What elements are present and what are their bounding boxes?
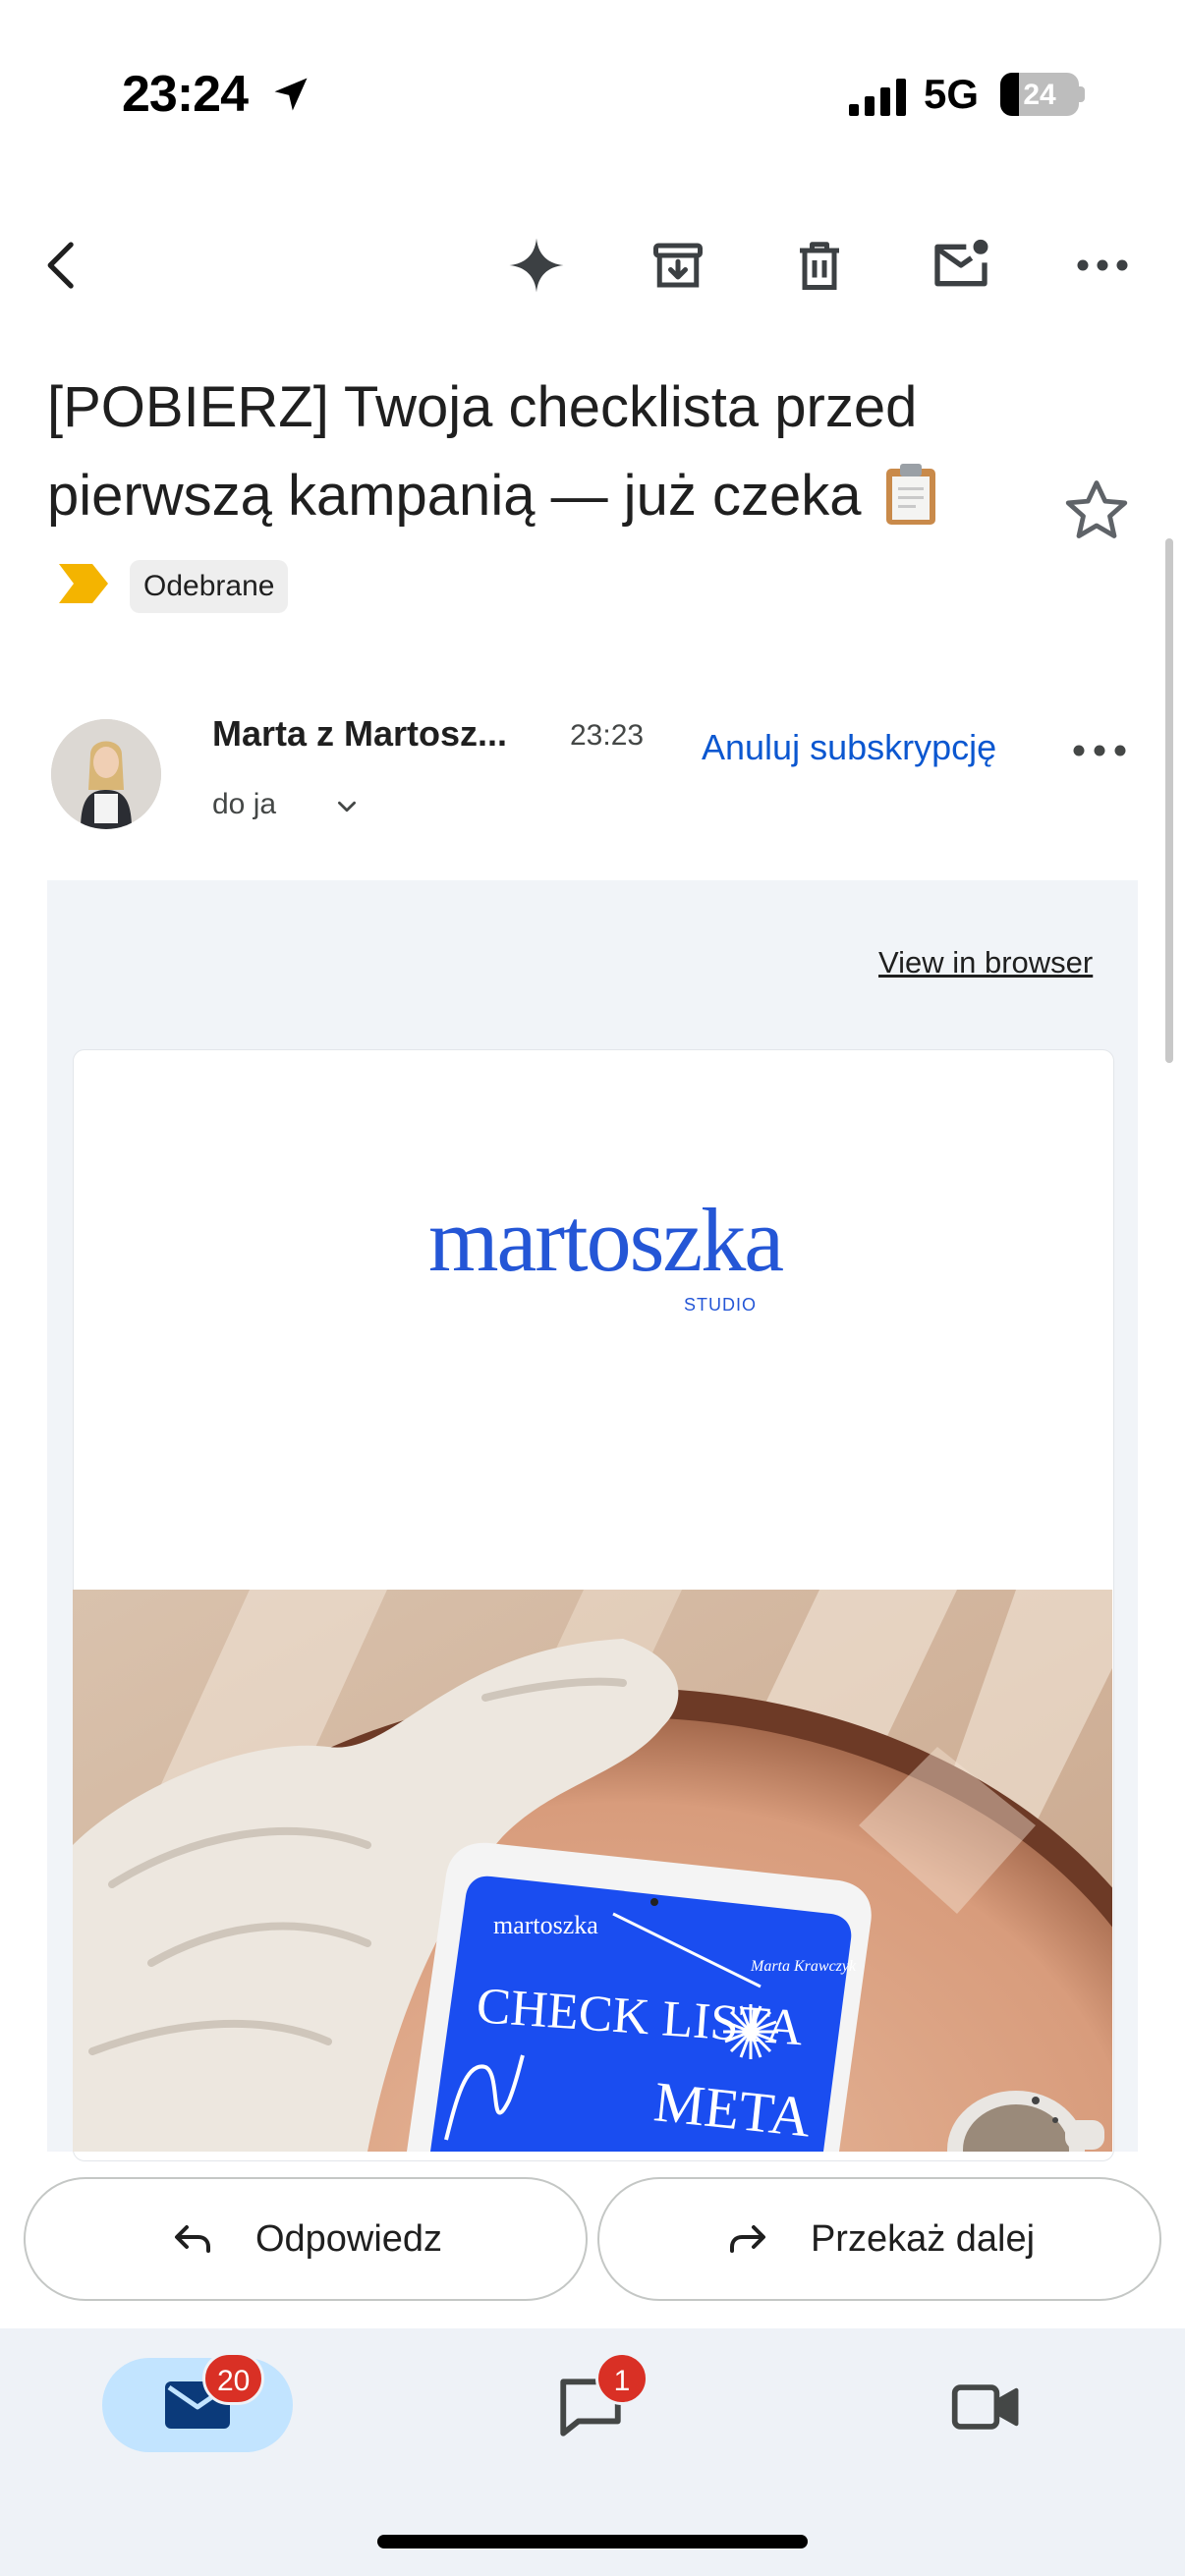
delete-button[interactable]: [784, 230, 855, 301]
clipboard-emoji-icon: [885, 463, 935, 525]
star-icon[interactable]: [1061, 476, 1132, 546]
email-subject: [POBIERZ] Twoja checklista przed pierwsz…: [47, 364, 1049, 540]
signal-icon: [849, 79, 906, 116]
importance-marker-icon: [59, 564, 108, 603]
forward-button[interactable]: Przekaż dalej: [597, 2177, 1161, 2301]
recipient-line[interactable]: do ja: [212, 788, 276, 821]
sender-name[interactable]: Marta z Martosz...: [212, 713, 507, 755]
hero-image[interactable]: martoszka Marta Krawczyk CHECK LISTA MET…: [73, 1590, 1112, 2152]
sender-avatar[interactable]: [51, 719, 161, 829]
unsubscribe-link[interactable]: Anuluj subskrypcję: [702, 727, 996, 768]
mark-unread-button[interactable]: [926, 230, 996, 301]
reply-label: Odpowiedz: [254, 2217, 443, 2260]
chevron-down-icon[interactable]: [334, 794, 360, 819]
battery-tip: [1079, 86, 1085, 102]
more-button[interactable]: [1067, 230, 1138, 301]
avatar-photo-icon: [51, 719, 161, 829]
view-in-browser-link[interactable]: View in browser: [878, 945, 1093, 980]
chat-badge: 1: [595, 2352, 649, 2405]
back-button[interactable]: [28, 230, 98, 301]
gemini-button[interactable]: [501, 230, 572, 301]
trash-icon: [800, 242, 839, 290]
back-arrow-icon: [47, 242, 74, 289]
brand-logo[interactable]: martoszka: [428, 1195, 784, 1285]
network-type: 5G: [924, 71, 980, 117]
forward-icon: [729, 2225, 765, 2253]
home-indicator[interactable]: [377, 2535, 808, 2548]
battery-icon: 24: [1000, 73, 1079, 116]
scrollbar[interactable]: [1165, 538, 1173, 1063]
archive-icon: [653, 243, 703, 288]
forward-label: Przekaż dalej: [810, 2217, 1036, 2260]
more-horizontal-icon: [1077, 259, 1128, 271]
reply-button[interactable]: Odpowiedz: [24, 2177, 588, 2301]
archive-button[interactable]: [643, 230, 713, 301]
location-arrow-icon: [274, 78, 308, 111]
sender-more-icon[interactable]: [1067, 727, 1132, 774]
video-icon[interactable]: [949, 2376, 1022, 2438]
tablet-author: Marta Krawczyk: [750, 1958, 857, 1975]
reply-icon: [174, 2225, 210, 2253]
status-time: 23:24: [122, 66, 249, 123]
label-chip[interactable]: Odebrane: [130, 560, 289, 613]
subject-text: [POBIERZ] Twoja checklista przed pierwsz…: [47, 375, 918, 528]
hero-photo: martoszka Marta Krawczyk CHECK LISTA MET…: [73, 1590, 1112, 2152]
tablet-brand: martoszka: [493, 1911, 598, 1939]
mail-badge: 20: [202, 2352, 265, 2405]
battery-level: 24: [1023, 79, 1056, 111]
brand-logo-sub: STUDIO: [684, 1295, 758, 1315]
gemini-sparkle-icon: [509, 238, 564, 293]
email-time: 23:23: [570, 719, 645, 752]
mark-unread-icon: [934, 239, 988, 287]
